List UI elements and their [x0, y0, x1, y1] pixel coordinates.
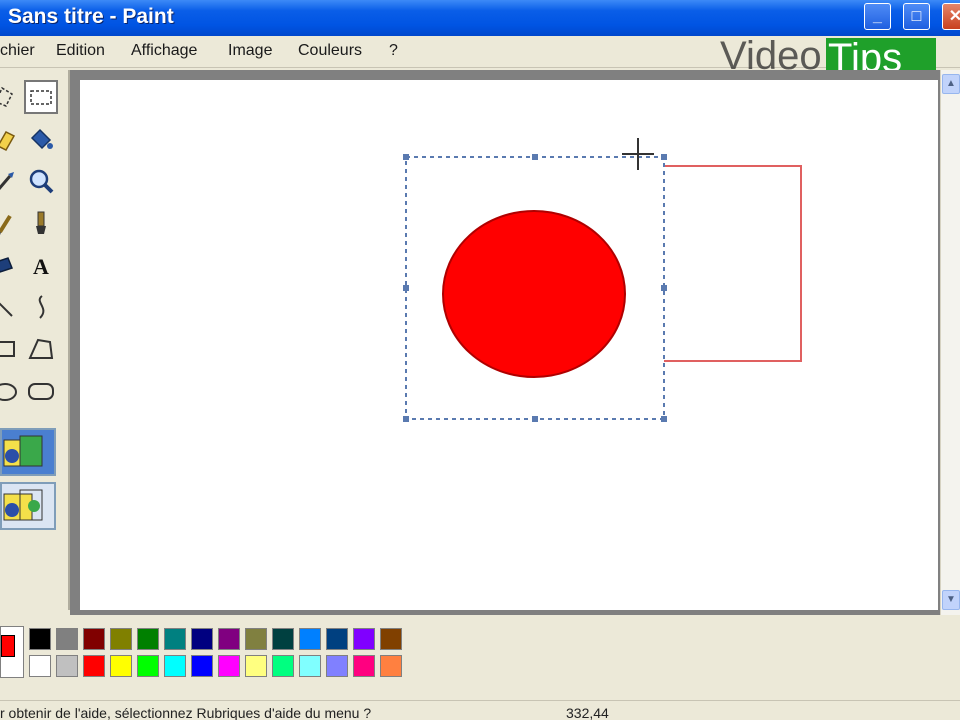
- menu-affichage[interactable]: Affichage: [131, 42, 197, 60]
- drawing-canvas[interactable]: [80, 80, 938, 610]
- line-tool[interactable]: [0, 290, 22, 324]
- menu-help[interactable]: ?: [389, 42, 398, 60]
- airbrush-tool-icon: [0, 257, 13, 273]
- text-tool-icon: A: [33, 254, 49, 279]
- palette-swatch[interactable]: [137, 628, 159, 650]
- line-tool-icon: [0, 302, 13, 317]
- rect-select-tool[interactable]: [24, 80, 58, 114]
- close-button[interactable]: ✕: [942, 3, 960, 30]
- palette-swatch[interactable]: [326, 628, 348, 650]
- palette-swatch[interactable]: [380, 628, 402, 650]
- eraser-tool[interactable]: [0, 122, 22, 156]
- eraser-tool-icon: [0, 131, 16, 151]
- text-tool[interactable]: A: [24, 248, 58, 282]
- magnifier-tool[interactable]: [24, 164, 58, 198]
- rectangle-tool[interactable]: [0, 332, 22, 366]
- palette-swatch[interactable]: [272, 628, 294, 650]
- maximize-icon: □: [911, 8, 922, 25]
- current-foreground-color: [1, 635, 15, 657]
- menu-couleurs[interactable]: Couleurs: [298, 42, 362, 60]
- close-icon: ✕: [948, 8, 960, 25]
- palette-swatch[interactable]: [83, 655, 105, 677]
- title-bar[interactable]: Sans titre - Paint _ □ ✕: [0, 0, 960, 36]
- palette-swatch[interactable]: [353, 655, 375, 677]
- tool-box: A: [0, 70, 70, 610]
- palette-swatch[interactable]: [272, 655, 294, 677]
- curve-tool[interactable]: [24, 290, 58, 324]
- magnifier-tool-icon: [29, 169, 54, 194]
- maximize-button[interactable]: □: [903, 3, 930, 30]
- menu-image[interactable]: Image: [228, 42, 272, 60]
- palette-swatch[interactable]: [218, 655, 240, 677]
- palette-swatch[interactable]: [326, 655, 348, 677]
- color-picker-tool-icon: [0, 172, 14, 190]
- rounded-rect-tool[interactable]: [24, 374, 58, 408]
- fill-tool-icon: [30, 128, 53, 150]
- palette-swatch[interactable]: [110, 655, 132, 677]
- paint-window: Sans titre - Paint _ □ ✕ chier Edition A…: [0, 0, 960, 720]
- palette-swatch[interactable]: [56, 628, 78, 650]
- brush-tool[interactable]: [24, 206, 58, 240]
- free-select-tool-icon: [0, 86, 13, 107]
- menu-fichier[interactable]: chier: [0, 42, 35, 60]
- free-select-tool[interactable]: [0, 80, 22, 114]
- palette-swatch[interactable]: [56, 655, 78, 677]
- scroll-down-button[interactable]: ▼: [942, 590, 960, 610]
- status-help-text: r obtenir de l'aide, sélectionnez Rubriq…: [0, 705, 372, 720]
- status-coordinates: 332,44: [566, 705, 609, 720]
- brush-tool-icon: [36, 211, 46, 234]
- ellipse-tool-icon: [0, 383, 17, 401]
- rect-select-tool-icon: [30, 90, 52, 105]
- transparent-selection-icon: [3, 489, 43, 521]
- rectangle-tool-icon: [0, 341, 15, 357]
- palette-swatch[interactable]: [299, 628, 321, 650]
- palette-swatch[interactable]: [164, 628, 186, 650]
- palette-swatch[interactable]: [164, 655, 186, 677]
- palette-swatch[interactable]: [191, 655, 213, 677]
- opaque-selection-option[interactable]: [0, 428, 56, 476]
- palette-swatch[interactable]: [353, 628, 375, 650]
- palette-swatch[interactable]: [110, 628, 132, 650]
- palette-swatch[interactable]: [191, 628, 213, 650]
- menu-edition[interactable]: Edition: [56, 42, 105, 60]
- pencil-tool[interactable]: [0, 206, 22, 240]
- window-title: Sans titre - Paint: [8, 5, 174, 28]
- palette-swatch[interactable]: [245, 655, 267, 677]
- polygon-tool-icon: [28, 338, 54, 359]
- transparent-selection-option[interactable]: [0, 482, 56, 530]
- palette-swatch[interactable]: [245, 628, 267, 650]
- color-picker-tool[interactable]: [0, 164, 22, 198]
- vertical-scrollbar[interactable]: ▲ ▼: [940, 70, 960, 615]
- fill-tool[interactable]: [24, 122, 58, 156]
- svg-text:A: A: [33, 254, 49, 279]
- pencil-tool-icon: [0, 214, 12, 236]
- current-colors-box[interactable]: [0, 626, 24, 678]
- minimize-button[interactable]: _: [864, 3, 891, 30]
- polygon-tool[interactable]: [24, 332, 58, 366]
- palette-swatch[interactable]: [218, 628, 240, 650]
- ellipse-tool[interactable]: [0, 374, 22, 408]
- palette-swatch[interactable]: [380, 655, 402, 677]
- palette-swatch[interactable]: [29, 655, 51, 677]
- opaque-selection-icon: [3, 435, 43, 467]
- scroll-up-button[interactable]: ▲: [942, 74, 960, 94]
- palette-swatch[interactable]: [29, 628, 51, 650]
- rounded-rect-tool-icon: [28, 383, 54, 400]
- scroll-up-icon: ▲: [946, 78, 956, 89]
- palette-swatch[interactable]: [137, 655, 159, 677]
- palette-swatch[interactable]: [299, 655, 321, 677]
- curve-tool-icon: [38, 295, 45, 319]
- palette-swatch[interactable]: [83, 628, 105, 650]
- scroll-down-icon: ▼: [946, 594, 956, 605]
- minimize-icon: _: [873, 8, 882, 25]
- airbrush-tool[interactable]: [0, 248, 22, 282]
- status-bar: r obtenir de l'aide, sélectionnez Rubriq…: [0, 700, 960, 720]
